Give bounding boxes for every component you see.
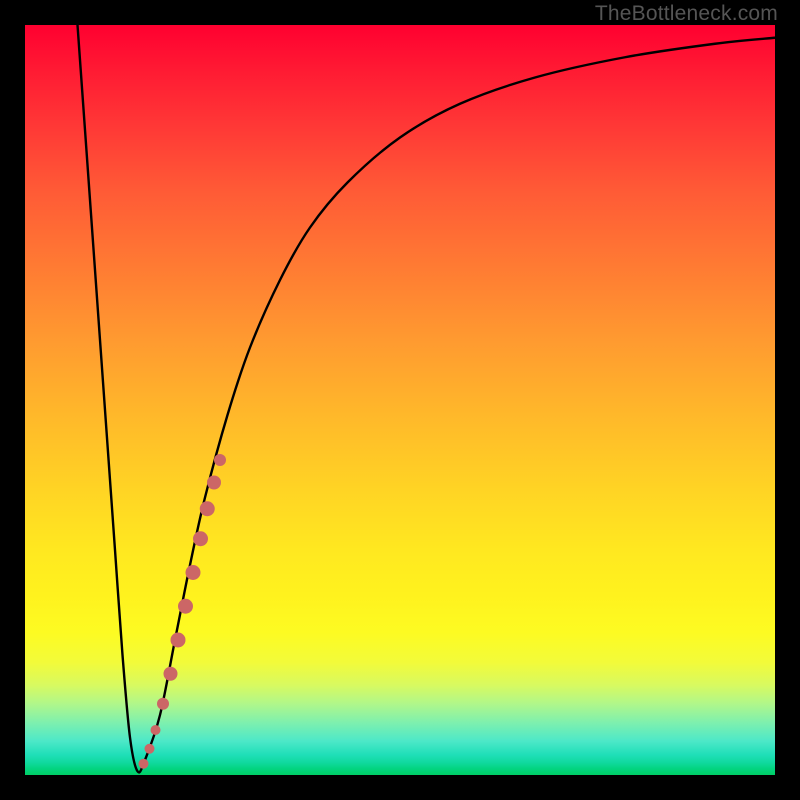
plot-area [25,25,775,775]
highlight-dots [139,454,227,769]
highlight-dot [200,501,215,516]
highlight-dot [139,759,149,769]
highlight-dot [178,599,193,614]
highlight-dot [186,565,201,580]
curve-line [78,25,776,772]
highlight-dot [171,633,186,648]
highlight-dot [157,698,169,710]
highlight-dot [151,725,161,735]
chart-frame: TheBottleneck.com [0,0,800,800]
chart-svg [25,25,775,775]
highlight-dot [214,454,226,466]
highlight-dot [207,476,221,490]
watermark-text: TheBottleneck.com [595,2,778,26]
highlight-dot [193,531,208,546]
highlight-dot [145,744,155,754]
highlight-dot [164,667,178,681]
